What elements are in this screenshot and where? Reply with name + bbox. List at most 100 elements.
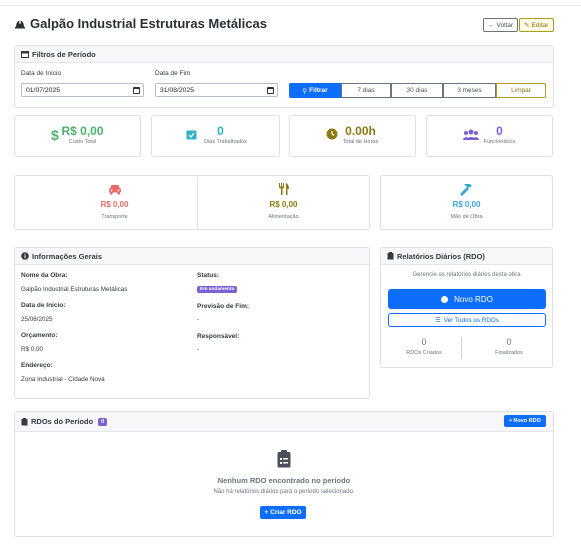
budget-label: Orçamento: [21, 332, 58, 339]
period-rdos-header: RDOs do Período 0 [15, 412, 553, 432]
create-rdo-label: Criar RDO [270, 509, 302, 516]
clipboard-icon [387, 252, 394, 260]
hard-hat-icon [15, 19, 25, 28]
car-icon [109, 185, 121, 195]
last-7-days-button[interactable]: 7 dias [341, 83, 391, 98]
stat-days-worked: 0 Dias Trabalhados [151, 115, 280, 157]
labor-value: R$ 0,00 [452, 200, 481, 209]
name-label: Nome da Obra: [21, 272, 68, 279]
header-new-rdo-button[interactable]: + Novo RDO [504, 415, 546, 427]
info-start-label: Data de Início: [21, 302, 66, 309]
expense-labor: R$ 0,00 Mão de Obra [380, 175, 553, 230]
utensils-icon [279, 183, 289, 195]
page-header: Galpão Industrial Estruturas Metálicas ←… [14, 15, 554, 35]
rdos-created-count: 0 [421, 337, 427, 347]
days-worked-caption: Dias Trabalhados [204, 139, 247, 145]
address-label: Endereço: [21, 362, 53, 369]
total-cost-value: R$ 0,00 [61, 124, 104, 138]
stat-employees: 0 Funcionários [426, 115, 553, 157]
rdo-description: Gerencie os relatórios diários desta obr… [412, 272, 521, 278]
expense-transport: R$ 0,00 Transporte [14, 175, 215, 230]
total-hours-caption: Total de Horas [342, 139, 379, 145]
filters-card: Filtros de Período [14, 45, 554, 108]
calendar-picker-icon[interactable] [267, 87, 274, 94]
plus-circle-icon [441, 295, 449, 303]
arrow-left-icon: ← [488, 21, 495, 29]
back-button[interactable]: ← Voltar [483, 18, 518, 32]
filters-title: Filtros de Período [32, 49, 96, 59]
list-icon: ☰ [435, 316, 441, 324]
period-rdos-title: RDOs do Período [31, 417, 94, 426]
calendar-picker-icon[interactable] [133, 87, 140, 94]
rdo-card-header: Relatórios Diários (RDO) [381, 248, 552, 265]
rdos-created-label: RDOs Criados [406, 350, 442, 356]
plus-icon: + [264, 509, 269, 516]
new-rdo-label: Novo RDO [454, 294, 493, 304]
status-label: Status: [197, 272, 220, 279]
filters-card-header: Filtros de Período [15, 46, 553, 63]
total-cost-caption: Custo Total [68, 139, 97, 145]
transport-caption: Transporte [101, 214, 128, 220]
labor-caption: Mão de Obra [450, 214, 483, 220]
last-30-days-label: 30 dias [406, 87, 428, 94]
status-badge: Em andamento [197, 286, 238, 293]
name-value: Galpão Industrial Estruturas Metálicas [21, 286, 128, 293]
edit-icon: ✎ [524, 22, 530, 29]
rdo-title: Relatórios Diários (RDO) [397, 251, 485, 261]
expense-food: R$ 0,00 Alimentação [197, 175, 370, 230]
general-info-header: Informações Gerais [15, 248, 369, 265]
last-30-days-button[interactable]: 30 dias [391, 83, 443, 98]
stats-divider [461, 337, 462, 359]
start-date-label: Data de Início [21, 70, 62, 77]
top-divider [0, 5, 581, 6]
end-date-label: Data de Fim [155, 70, 191, 77]
end-date-input[interactable]: 31/08/2025 [155, 83, 278, 97]
edit-button[interactable]: ✎ Editar [519, 18, 554, 32]
forecast-value: - [197, 316, 200, 323]
last-3-months-label: 3 meses [457, 87, 482, 94]
end-date-value: 31/08/2025 [160, 86, 195, 94]
create-rdo-button[interactable]: + Criar RDO [260, 506, 306, 519]
start-date-input[interactable]: 01/07/2025 [21, 83, 144, 97]
hammer-icon [460, 184, 472, 196]
calendar-icon [21, 51, 29, 58]
employees-caption: Funcionários [483, 139, 516, 145]
stat-total-cost: $ R$ 0,00 Custo Total [14, 115, 141, 157]
last-7-days-label: 7 dias [357, 87, 375, 94]
clipboard-empty-icon [277, 450, 291, 468]
responsible-label: Responsável: [197, 333, 240, 340]
responsible-value: - [197, 346, 200, 353]
view-all-rdos-label: Ver Todos os RDOs [443, 316, 499, 324]
back-button-label: Voltar [496, 21, 514, 29]
transport-value: R$ 0,00 [100, 200, 129, 209]
filter-button[interactable]: ⚲ Filtrar [289, 83, 341, 98]
clear-button-label: Limpar [511, 87, 531, 94]
stat-total-hours: 0.00h Total de Horas [289, 115, 416, 157]
info-circle-icon [21, 252, 29, 260]
clipboard-list-icon [21, 417, 28, 425]
rdos-finished-count: 0 [506, 337, 512, 347]
food-value: R$ 0,00 [269, 200, 298, 209]
forecast-label: Previsão de Fim: [197, 303, 250, 310]
page-title-text: Galpão Industrial Estruturas Metálicas [30, 16, 267, 31]
clear-button[interactable]: Limpar [496, 83, 546, 98]
total-hours-value: 0.00h [345, 124, 376, 138]
address-value: Zona Industrial - Cidade Nova [21, 376, 105, 383]
last-3-months-button[interactable]: 3 meses [443, 83, 496, 98]
filter-button-label: Filtrar [309, 87, 328, 94]
empty-state-title: Nenhum RDO encontrado no período [217, 476, 351, 485]
start-date-value: 01/07/2025 [26, 86, 61, 94]
view-all-rdos-button[interactable]: ☰ Ver Todos os RDOs [388, 313, 546, 327]
search-icon: ⚲ [302, 87, 308, 95]
edit-button-label: Editar [531, 21, 549, 29]
plus-icon: + [509, 418, 513, 424]
period-count-badge: 0 [98, 417, 108, 426]
info-start-value: 25/08/2025 [21, 316, 53, 323]
page-title: Galpão Industrial Estruturas Metálicas [14, 16, 267, 31]
new-rdo-button[interactable]: Novo RDO [388, 289, 546, 309]
food-caption: Alimentação [268, 214, 299, 220]
empty-state-description: Não há relatórios diários para o período… [213, 489, 355, 495]
days-worked-value: 0 [217, 124, 224, 138]
general-info-title: Informações Gerais [32, 251, 103, 261]
budget-value: R$ 0,00 [21, 346, 44, 353]
